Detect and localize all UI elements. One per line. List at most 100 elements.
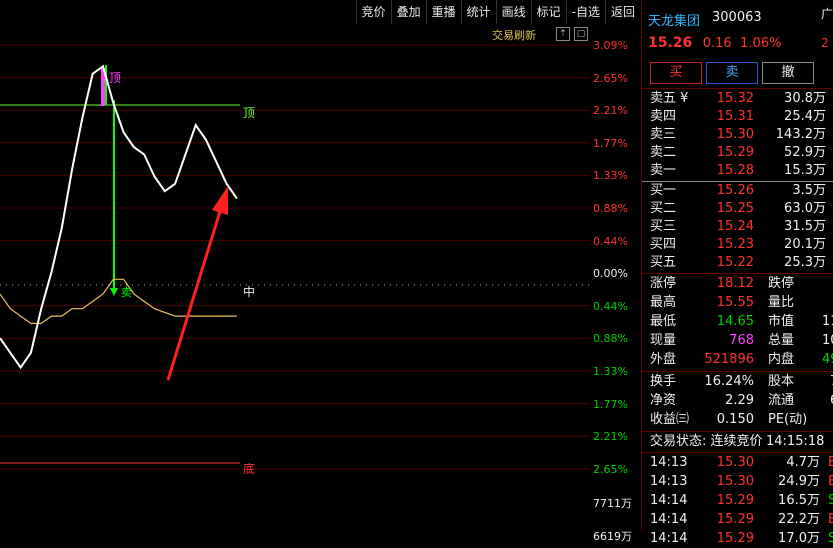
stock-name[interactable]: 天龙集团 [648,10,700,29]
quote-stats: 涨停18.12跌停 最高15.55量比 最低14.65市值11 现量768总量1… [642,275,833,371]
axis-tick-label: 7711万 [593,497,632,511]
bid-label: 买二 [650,201,677,216]
collapse-up-icon[interactable]: ⇡ [556,27,570,41]
ask-volume: 30.8万 [784,91,826,106]
quote-panel: 天龙集团 300063 15.26 0.16 1.06% 买 卖 撤 卖五 ¥ 1… [641,0,833,546]
price-change: 0.16 [702,36,732,51]
cur-vol-value: 768 [729,333,754,348]
ask-label: 卖三 [650,127,677,142]
bid-volume: 63.0万 [784,201,826,216]
ask-label: 卖五 ¥ [650,91,689,106]
axis-tick-label: 0.00% [593,267,628,281]
ask-label: 卖一 [650,163,677,178]
top-label: 顶 [243,106,255,120]
pe-label: PE(动) [768,412,808,427]
mkt-cap-label: 市值 [768,314,795,329]
last-price: 15.26 [648,35,693,51]
ask-volume: 52.9万 [784,145,826,160]
cancel-button[interactable]: 撤 [762,62,814,84]
price-change-pct: 1.06% [740,36,782,51]
ask-volume: 15.3万 [784,163,826,178]
toolbar-item-3[interactable]: 统计 [460,0,496,24]
bid-volume: 3.5万 [792,183,826,198]
ask-row[interactable]: 卖二 15.29 52.9万 [642,144,833,162]
intraday-chart[interactable]: 顶 中 底 顶 卖 [0,0,590,532]
average-price-line [0,278,237,324]
ask-label: 卖四 [650,109,677,124]
bid-row[interactable]: 买三 15.24 31.5万 [642,218,833,236]
ask-row[interactable]: 卖四 15.31 25.4万 [642,108,833,126]
tick-volume: 17.0万 [778,531,820,546]
ask-price: 15.31 [716,109,754,124]
price-summary: 15.26 0.16 1.06% [648,35,781,51]
chart-toolbar: 竞价 叠加 重播 统计 画线 标记 -自选 返回 [0,0,640,24]
window-icon[interactable]: ▢ [574,27,588,41]
limit-down-label: 跌停 [768,276,795,291]
toolbar-item-5[interactable]: 标记 [530,0,566,24]
edge-panel: 广 2 [820,0,833,532]
high-label: 最高 [650,295,677,310]
trade-refresh-label[interactable]: 交易刷新 [492,27,536,43]
tick-row[interactable]: 14:14 15.29 17.0万 S [642,530,833,548]
turnover-label: 换手 [650,374,677,389]
high-value: 15.55 [716,295,754,310]
toolbar-item-2[interactable]: 重播 [425,0,461,24]
toolbar-item-6[interactable]: -自选 [565,0,605,24]
bid-price: 15.23 [716,237,754,252]
edge-top-char: 广 [821,7,833,21]
toolbar-item-0[interactable]: 竞价 [355,0,391,24]
outer-label: 外盘 [650,352,677,367]
capital-stats: 换手16.24%股本7 净资2.29流通6 收益㈢0.150PE(动) [642,373,833,430]
bid-row[interactable]: 买二 15.25 63.0万 [642,200,833,218]
ask-volume: 25.4万 [784,109,826,124]
tick-price: 15.29 [716,531,754,546]
tick-row[interactable]: 14:13 15.30 4.7万 B [642,454,833,472]
axis-tick-label: 2.21% [593,430,628,444]
axis-tick-label: 0.44% [593,234,628,248]
intraday-chart-panel[interactable]: 顶 中 底 顶 卖 [0,0,590,532]
bid-row[interactable]: 买五 15.22 25.3万 [642,254,833,272]
tick-row[interactable]: 14:13 15.30 24.9万 B [642,473,833,491]
bid-price: 15.25 [716,201,754,216]
tick-volume: 16.5万 [778,493,820,508]
cur-vol-label: 现量 [650,333,677,348]
bid-row[interactable]: 买四 15.23 20.1万 [642,236,833,254]
bid-label: 买一 [650,183,677,198]
axis-tick-label: 0.44% [593,299,628,313]
annotation-arrow-head [212,186,228,215]
bid-row[interactable]: 买一 15.26 3.5万 [642,182,833,200]
ask-label: 卖二 [650,145,677,160]
ask-volume: 143.2万 [775,127,826,142]
bid-price: 15.26 [716,183,754,198]
toolbar-item-7[interactable]: 返回 [604,0,640,24]
tick-price: 15.30 [716,474,754,489]
ask-row[interactable]: 卖五 ¥ 15.32 30.8万 [642,90,833,108]
bid-label: 买四 [650,237,677,252]
vol-ratio-label: 量比 [768,295,795,310]
float-label: 流通 [768,393,795,408]
buy-button[interactable]: 买 [650,62,702,84]
ask-row[interactable]: 卖一 15.28 15.3万 [642,162,833,180]
tick-row[interactable]: 14:14 15.29 22.2万 B [642,511,833,529]
trade-status-time: 14:15:18 [766,434,825,449]
bid-price: 15.22 [716,255,754,270]
trade-status-label: 交易状态: 连续竞价 [650,434,763,449]
percent-axis: 3.09% 2.65% 2.21% 1.77% 1.33% 0.88% 0.44% 0.00%… [590,30,640,543]
sell-button[interactable]: 卖 [706,62,758,84]
toolbar-item-1[interactable]: 叠加 [390,0,426,24]
axis-tick-label: 0.88% [593,202,628,215]
bid-volume: 25.3万 [784,255,826,270]
tick-row[interactable]: 14:14 15.29 16.5万 S [642,492,833,510]
nav-label: 净资 [650,393,677,408]
sell-label: 卖 [121,286,132,299]
toolbar-item-4[interactable]: 画线 [495,0,531,24]
ask-row[interactable]: 卖三 15.30 143.2万 [642,126,833,144]
sell-arrow-head [110,288,118,296]
axis-tick-label: 1.33% [593,365,628,378]
limit-up-label: 涨停 [650,276,677,291]
tick-time: 14:13 [650,455,688,470]
axis-tick-label: 3.09% [593,39,628,52]
tick-volume: 4.7万 [786,455,820,470]
tick-price: 15.30 [716,455,754,470]
bottom-label: 底 [243,461,255,476]
